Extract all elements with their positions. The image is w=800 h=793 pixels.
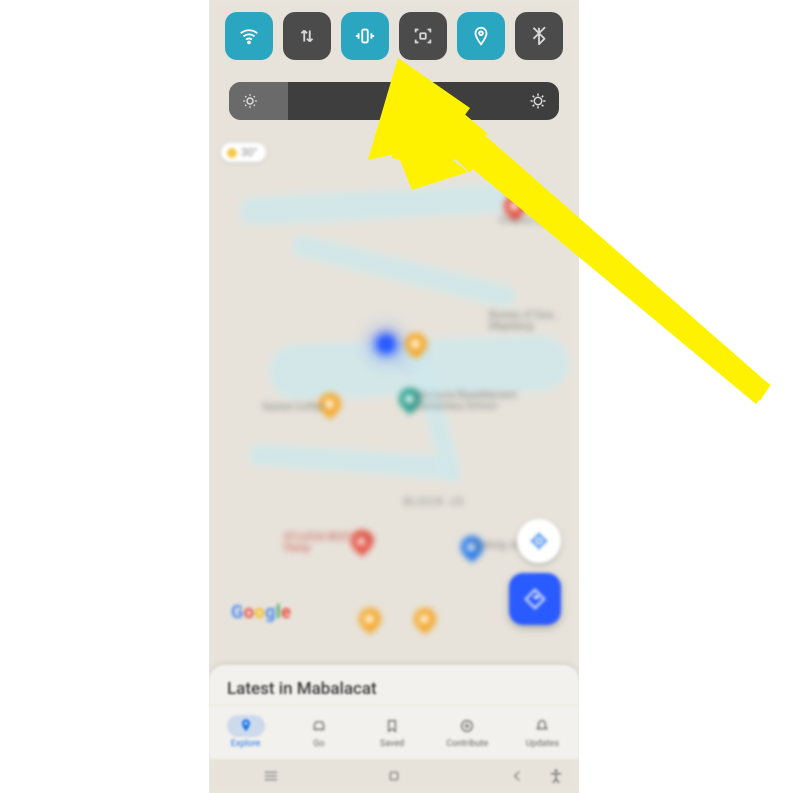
system-nav bbox=[209, 759, 579, 793]
directions-icon bbox=[524, 588, 546, 610]
weather-temp: 30° bbox=[241, 146, 257, 159]
qs-screenshot[interactable] bbox=[399, 12, 447, 60]
current-location-dot bbox=[377, 335, 395, 353]
qs-wifi[interactable] bbox=[225, 12, 273, 60]
nav-label: Updates bbox=[526, 739, 559, 749]
map-label: Cheese wat Gra bbox=[499, 215, 569, 226]
map-block-label: BLOCK J5 bbox=[404, 497, 465, 508]
accessibility-icon[interactable] bbox=[547, 767, 565, 785]
brightness-high-icon bbox=[529, 92, 547, 110]
qs-vibrate[interactable] bbox=[341, 12, 389, 60]
nav-label: Explore bbox=[231, 739, 261, 749]
bookmark-icon bbox=[384, 718, 400, 734]
nav-go[interactable]: Go bbox=[300, 715, 338, 749]
home-icon[interactable] bbox=[385, 767, 403, 785]
screenshot-icon bbox=[412, 25, 434, 47]
brightness-low-icon bbox=[241, 92, 259, 110]
wifi-icon bbox=[238, 25, 260, 47]
panel-handle[interactable] bbox=[377, 146, 411, 150]
qs-location[interactable] bbox=[457, 12, 505, 60]
pin-icon bbox=[238, 718, 254, 734]
vibrate-icon bbox=[354, 25, 376, 47]
nav-updates[interactable]: Updates bbox=[523, 715, 561, 749]
bottom-sheet[interactable]: Latest in Mabalacat bbox=[209, 665, 579, 705]
quick-settings-panel bbox=[209, 0, 579, 138]
phone-frame: Kantot Coffee Sta Lucia Resettlement Ele… bbox=[209, 0, 579, 793]
nav-label: Saved bbox=[380, 739, 404, 749]
bluetooth-icon bbox=[528, 25, 550, 47]
bottom-nav: Explore Go Saved Contribute Updates bbox=[209, 705, 579, 759]
qs-bluetooth[interactable] bbox=[515, 12, 563, 60]
google-logo: Google bbox=[231, 602, 291, 623]
car-icon bbox=[311, 718, 327, 734]
nav-explore[interactable]: Explore bbox=[227, 715, 265, 749]
data-arrows-icon bbox=[296, 25, 318, 47]
directions-button[interactable] bbox=[509, 573, 561, 625]
nav-saved[interactable]: Saved bbox=[373, 715, 411, 749]
weather-chip[interactable]: 30° bbox=[221, 143, 266, 162]
map-label: Sta Lucia Resettlement Elementary School bbox=[414, 390, 534, 412]
map-label: Kantot Coffee bbox=[263, 402, 325, 413]
map-label: Bureau of Qua... Mapalang bbox=[489, 310, 579, 332]
recents-icon[interactable] bbox=[262, 767, 280, 785]
bell-icon bbox=[534, 718, 550, 734]
sheet-title: Latest in Mabalacat bbox=[227, 679, 561, 699]
map-pin[interactable] bbox=[409, 603, 440, 634]
location-icon bbox=[470, 25, 492, 47]
map-label: ST.LUCIA REST mag Pamp bbox=[284, 532, 374, 554]
nav-label: Go bbox=[313, 739, 324, 749]
qs-mobile-data[interactable] bbox=[283, 12, 331, 60]
brightness-slider[interactable] bbox=[229, 82, 559, 120]
nav-contribute[interactable]: Contribute bbox=[446, 715, 488, 749]
map-pin[interactable] bbox=[354, 603, 385, 634]
sun-icon bbox=[227, 148, 237, 158]
recenter-button[interactable] bbox=[517, 519, 561, 563]
crosshair-icon bbox=[529, 531, 549, 551]
plus-circle-icon bbox=[459, 718, 475, 734]
nav-label: Contribute bbox=[446, 739, 488, 749]
back-icon[interactable] bbox=[508, 767, 526, 785]
